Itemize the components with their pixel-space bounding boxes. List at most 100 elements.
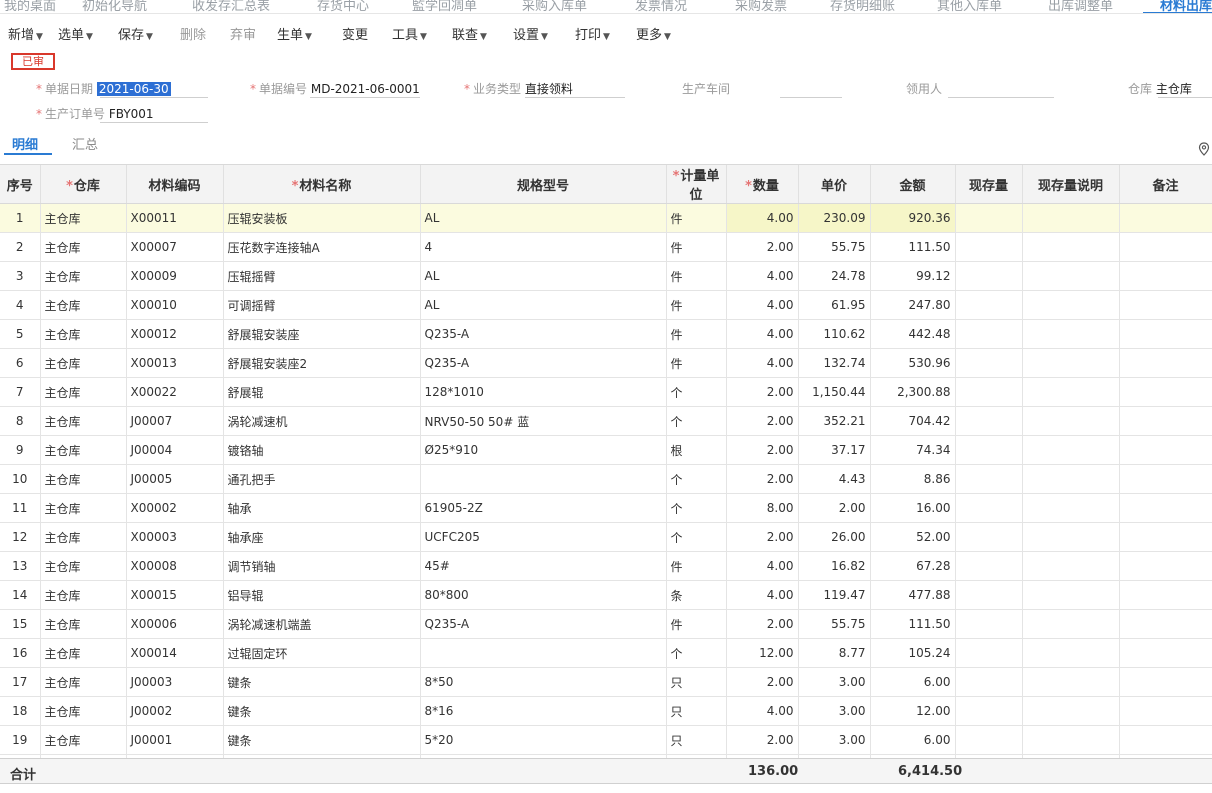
row-unit[interactable]: 个 <box>666 406 727 436</box>
row-code[interactable]: X00022 <box>126 377 224 407</box>
row-stock-note[interactable] <box>1022 638 1120 668</box>
row-amount[interactable]: 111.50 <box>870 609 956 639</box>
row-price[interactable]: 37.17 <box>798 435 871 465</box>
row-amount[interactable]: 247.80 <box>870 290 956 320</box>
col-seq[interactable]: 序号 <box>0 165 41 204</box>
abandon-audit-button[interactable]: 弃审 <box>230 24 256 43</box>
row-price[interactable]: 8.77 <box>798 638 871 668</box>
col-unit[interactable]: *计量单位 <box>666 165 727 204</box>
row-unit[interactable]: 个 <box>666 377 727 407</box>
row-seq[interactable]: 12 <box>0 522 41 552</box>
row-price[interactable]: 119.47 <box>798 580 871 610</box>
row-stock-note[interactable] <box>1022 551 1120 581</box>
row-price[interactable]: 55.75 <box>798 232 871 262</box>
row-price[interactable]: 3.00 <box>798 667 871 697</box>
row-stock-note[interactable] <box>1022 522 1120 552</box>
row-qty[interactable]: 2.00 <box>726 232 799 262</box>
row-name[interactable]: 涡轮减速机端盖 <box>223 609 421 639</box>
row-stock[interactable] <box>955 435 1023 465</box>
row-unit[interactable]: 件 <box>666 232 727 262</box>
row-unit[interactable]: 条 <box>666 580 727 610</box>
row-stock-note[interactable] <box>1022 696 1120 726</box>
row-unit[interactable]: 件 <box>666 203 727 233</box>
row-remark[interactable] <box>1119 377 1212 407</box>
new-button[interactable]: 新增 ▼ <box>8 24 43 43</box>
col-stock-note[interactable]: 现存量说明 <box>1022 165 1120 204</box>
row-remark[interactable] <box>1119 464 1212 494</box>
row-code[interactable]: J00003 <box>126 667 224 697</box>
row-amount[interactable]: 920.36 <box>870 203 956 233</box>
row-seq[interactable]: 5 <box>0 319 41 349</box>
row-unit[interactable]: 只 <box>666 696 727 726</box>
row-remark[interactable] <box>1119 203 1212 233</box>
row-stock[interactable] <box>955 290 1023 320</box>
row-unit[interactable]: 只 <box>666 725 727 755</box>
tab-summary[interactable]: 汇总 <box>72 134 98 153</box>
row-stock-note[interactable] <box>1022 725 1120 755</box>
row-warehouse[interactable]: 主仓库 <box>40 261 127 291</box>
row-name[interactable]: 过辊固定环 <box>223 638 421 668</box>
row-amount[interactable]: 477.88 <box>870 580 956 610</box>
change-button[interactable]: 变更 <box>342 24 368 43</box>
row-spec[interactable]: Q235-A <box>420 348 667 378</box>
row-remark[interactable] <box>1119 232 1212 262</box>
row-qty[interactable]: 4.00 <box>726 551 799 581</box>
row-seq[interactable]: 19 <box>0 725 41 755</box>
row-amount[interactable]: 2,300.88 <box>870 377 956 407</box>
row-qty[interactable]: 2.00 <box>726 406 799 436</box>
row-stock[interactable] <box>955 638 1023 668</box>
row-spec[interactable]: UCFC205 <box>420 522 667 552</box>
row-price[interactable]: 26.00 <box>798 522 871 552</box>
row-spec[interactable] <box>420 638 667 668</box>
row-price[interactable]: 61.95 <box>798 290 871 320</box>
row-price[interactable]: 352.21 <box>798 406 871 436</box>
row-stock-note[interactable] <box>1022 290 1120 320</box>
row-remark[interactable] <box>1119 319 1212 349</box>
row-name[interactable]: 舒展辊安装座2 <box>223 348 421 378</box>
delete-button[interactable]: 删除 <box>180 24 206 43</box>
row-name[interactable]: 可调摇臂 <box>223 290 421 320</box>
nav-tab[interactable]: 采购发票 <box>735 0 787 13</box>
nav-tab[interactable]: 初始化导航 <box>82 0 147 13</box>
row-stock[interactable] <box>955 522 1023 552</box>
row-warehouse[interactable]: 主仓库 <box>40 464 127 494</box>
row-qty[interactable]: 2.00 <box>726 609 799 639</box>
row-stock[interactable] <box>955 377 1023 407</box>
row-code[interactable]: J00007 <box>126 406 224 436</box>
row-stock-note[interactable] <box>1022 406 1120 436</box>
row-warehouse[interactable]: 主仓库 <box>40 725 127 755</box>
table-row[interactable]: 5 主仓库 X00012 舒展辊安装座 Q235-A 件 4.00 110.62 442.48 <box>0 319 1212 349</box>
col-price[interactable]: 单价 <box>798 165 871 204</box>
row-spec[interactable]: 61905-2Z <box>420 493 667 523</box>
row-amount[interactable]: 52.00 <box>870 522 956 552</box>
row-amount[interactable]: 6.00 <box>870 725 956 755</box>
row-amount[interactable]: 530.96 <box>870 348 956 378</box>
row-stock[interactable] <box>955 551 1023 581</box>
row-stock-note[interactable] <box>1022 667 1120 697</box>
row-remark[interactable] <box>1119 638 1212 668</box>
row-qty[interactable]: 4.00 <box>726 290 799 320</box>
row-code[interactable]: X00009 <box>126 261 224 291</box>
row-seq[interactable]: 4 <box>0 290 41 320</box>
row-remark[interactable] <box>1119 696 1212 726</box>
tab-detail[interactable]: 明细 <box>12 134 38 153</box>
row-remark[interactable] <box>1119 493 1212 523</box>
row-remark[interactable] <box>1119 522 1212 552</box>
row-name[interactable]: 轴承座 <box>223 522 421 552</box>
row-remark[interactable] <box>1119 725 1212 755</box>
row-stock[interactable] <box>955 609 1023 639</box>
row-stock[interactable] <box>955 696 1023 726</box>
row-remark[interactable] <box>1119 551 1212 581</box>
row-seq[interactable]: 2 <box>0 232 41 262</box>
row-qty[interactable]: 2.00 <box>726 464 799 494</box>
row-qty[interactable]: 2.00 <box>726 522 799 552</box>
row-seq[interactable]: 9 <box>0 435 41 465</box>
row-warehouse[interactable]: 主仓库 <box>40 232 127 262</box>
table-row[interactable]: 17 主仓库 J00003 键条 8*50 只 2.00 3.00 6.00 <box>0 667 1212 697</box>
row-amount[interactable]: 704.42 <box>870 406 956 436</box>
row-code[interactable]: J00001 <box>126 725 224 755</box>
nav-tab[interactable]: 存货明细账 <box>830 0 895 13</box>
row-stock-note[interactable] <box>1022 261 1120 291</box>
row-qty[interactable]: 12.00 <box>726 638 799 668</box>
row-amount[interactable]: 16.00 <box>870 493 956 523</box>
